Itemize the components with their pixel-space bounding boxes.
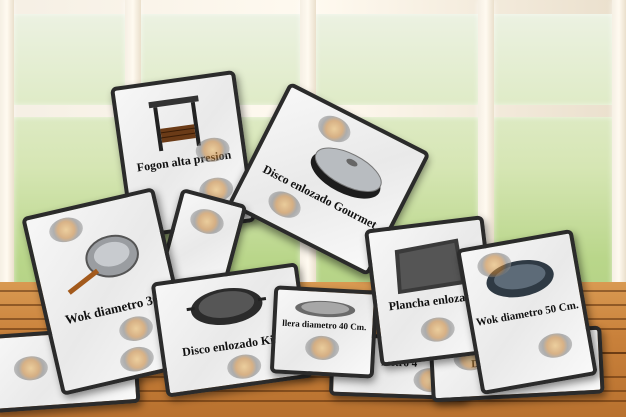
pan-logo-icon (536, 330, 575, 361)
pan-logo-icon (187, 205, 227, 238)
product-card-wok50[interactable]: Wok diametro 50 Cm. (456, 228, 598, 396)
pan-logo-icon (225, 352, 263, 381)
pan-logo-icon (116, 313, 156, 345)
pan-logo-icon (13, 355, 49, 382)
pan-logo-icon (419, 315, 457, 344)
pan-logo-icon (304, 335, 340, 361)
disco-icon (186, 287, 267, 326)
product-card-paellera40[interactable]: llera diametro 40 Cm. (269, 285, 379, 379)
product-card-scene: metro 4 Disco enlozado Kin Fogon alta pr… (0, 0, 626, 417)
pan-logo-icon (117, 343, 157, 375)
